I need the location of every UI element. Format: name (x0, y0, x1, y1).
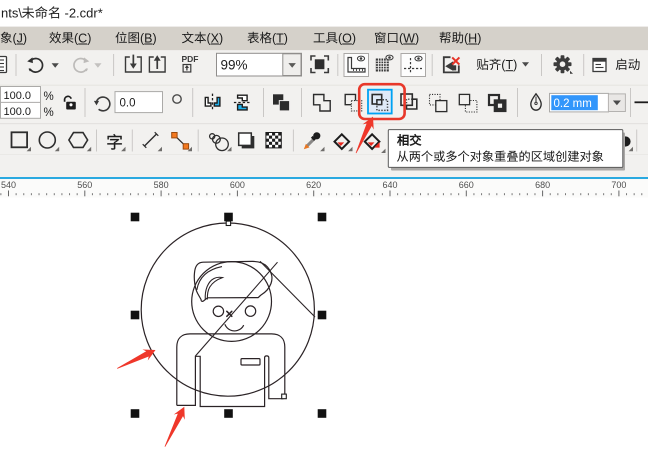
svg-text:-2.cdr*: -2.cdr* (65, 6, 103, 21)
svg-text:540: 540 (1, 180, 16, 190)
svg-text:%: % (44, 107, 54, 119)
svg-text:580: 580 (154, 180, 169, 190)
svg-text:0.2 mm: 0.2 mm (554, 98, 592, 110)
svg-text:(O): (O) (338, 31, 356, 45)
svg-text:(W): (W) (399, 31, 419, 45)
svg-text:(X): (X) (207, 31, 224, 45)
svg-text:700: 700 (611, 180, 626, 190)
svg-text:680: 680 (535, 180, 550, 190)
svg-text:100.0: 100.0 (4, 90, 32, 102)
svg-text:(T): (T) (272, 31, 288, 45)
svg-text:nts\: nts\ (1, 6, 22, 21)
svg-text:%: % (44, 91, 54, 103)
svg-text:660: 660 (459, 180, 474, 190)
svg-text:99%: 99% (221, 58, 248, 73)
svg-text:600: 600 (230, 180, 245, 190)
svg-text:100.0: 100.0 (4, 106, 32, 118)
svg-text:620: 620 (306, 180, 321, 190)
svg-text:PDF: PDF (182, 54, 199, 64)
svg-text:(J): (J) (13, 31, 28, 45)
svg-text:640: 640 (382, 180, 397, 190)
svg-text:(C): (C) (74, 31, 91, 45)
svg-text:560: 560 (77, 180, 92, 190)
svg-text:(H): (H) (464, 31, 481, 45)
svg-text:(T): (T) (501, 58, 517, 72)
svg-text:0.0: 0.0 (120, 97, 136, 109)
svg-text:(B): (B) (140, 31, 157, 45)
svg-text:.: . (594, 150, 597, 164)
